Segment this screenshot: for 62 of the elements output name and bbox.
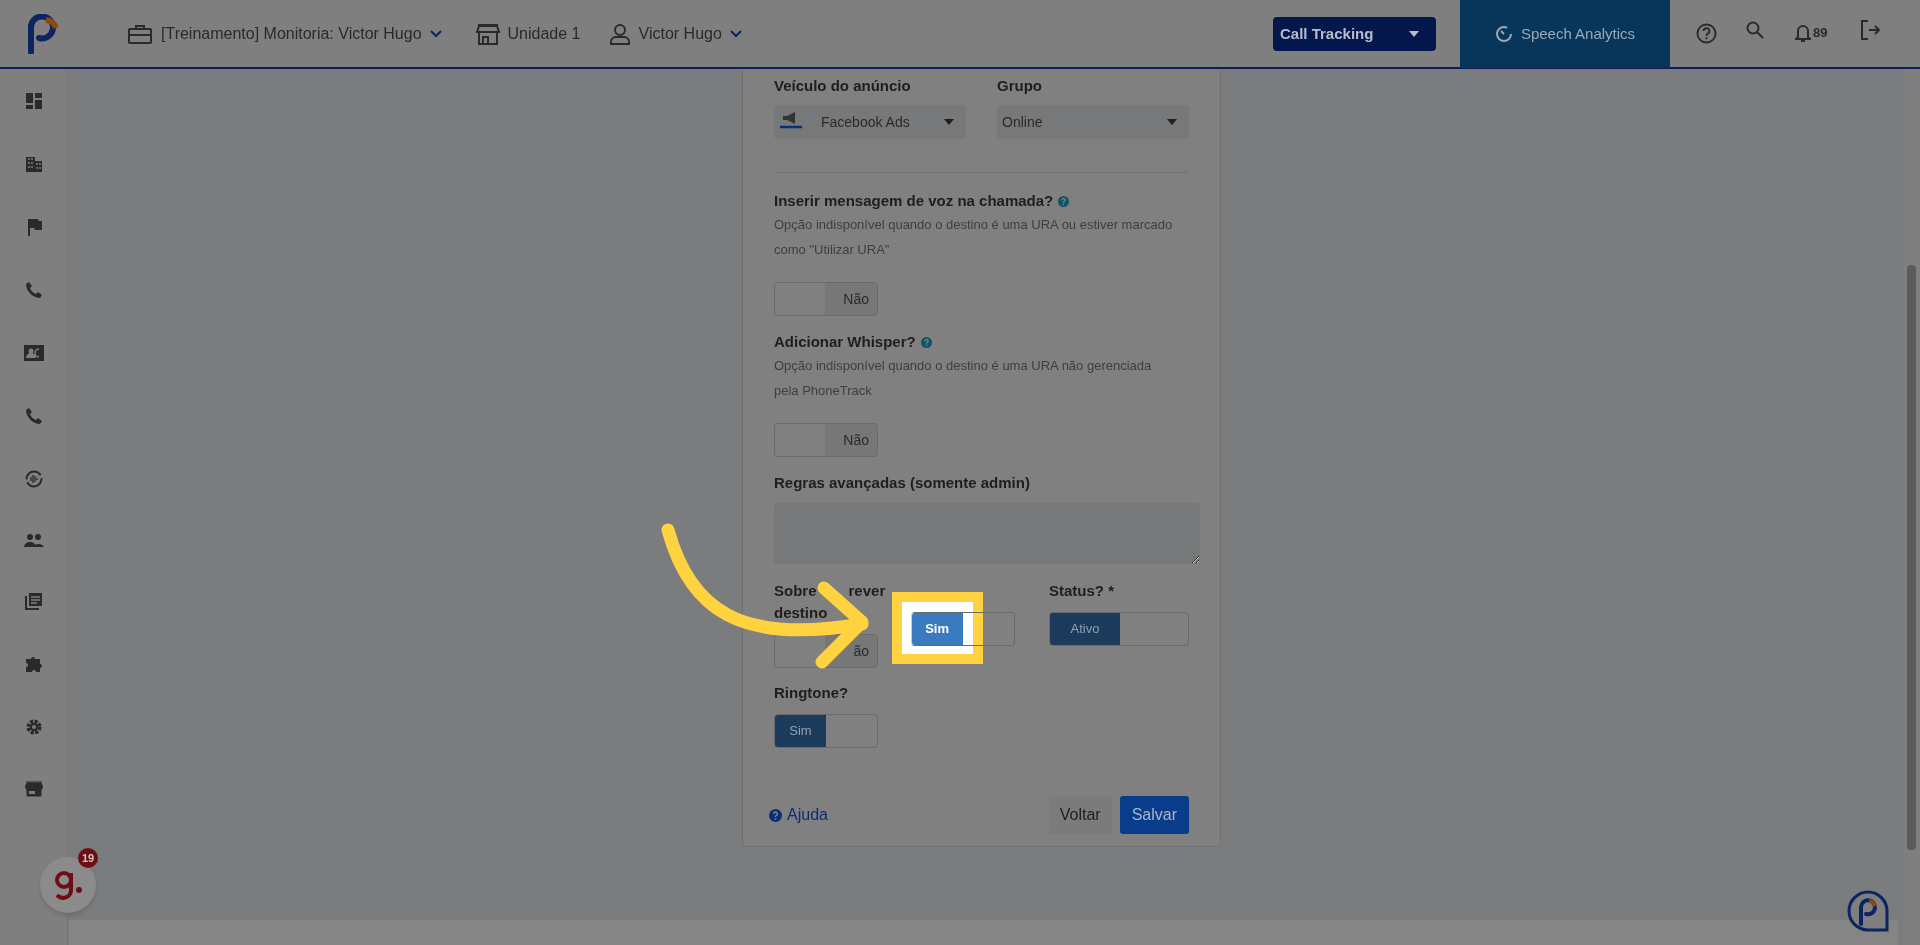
field-label: Status? * [1049,581,1115,601]
toggle-switch[interactable]: Ativo [1049,612,1189,646]
toggle-switch[interactable]: Não [774,423,878,457]
phone-icon[interactable] [24,281,43,299]
contact-card-icon[interactable] [22,344,45,362]
building-icon[interactable] [24,155,43,173]
help-text: Opção indisponível quando o destino é uma URA não gerenciada pela PhoneTrack [774,357,1153,400]
user-dropdown[interactable]: Victor Hugo [638,21,742,46]
scrollbar-thumb[interactable] [1907,265,1916,850]
phone-icon[interactable] [24,407,43,425]
chevron-down-icon [729,29,742,38]
help-link[interactable]: Ajuda [769,803,828,827]
user-icon [608,22,631,45]
field-label: destino [774,603,828,623]
field-label: Inserir mensagem de voz na chamada? [774,191,1054,211]
search-icon[interactable] [1746,21,1764,39]
notification-count: 89 [1813,24,1828,43]
speech-analytics-tab[interactable]: Speech Analytics [1460,0,1670,68]
field-label: Sobre [774,581,817,601]
question-circle-icon[interactable] [920,336,932,348]
briefcase-icon [127,22,153,45]
help-icon[interactable] [1696,23,1717,44]
toggle-switch[interactable]: ão [774,634,878,668]
caret-down-icon [944,119,954,125]
store-icon[interactable] [24,781,43,797]
storefront-icon [475,22,500,45]
flag-icon[interactable] [25,218,42,236]
toggle-switch[interactable]: Sim [910,612,1015,646]
field-label: rever [848,581,886,601]
phonetrack-widget-icon[interactable] [1847,890,1889,932]
unit-label[interactable]: Unidade 1 [507,21,581,46]
save-button[interactable]: Salvar [1119,796,1189,834]
question-circle-icon [769,808,782,822]
toggle-switch[interactable]: Sim [774,714,878,748]
chat-badge: 19 [78,848,98,868]
chat-logo-icon [53,869,83,901]
product-select[interactable]: Call Tracking [1273,17,1436,51]
logout-icon[interactable] [1860,20,1880,40]
audio-circle-icon[interactable] [24,470,43,488]
caret-down-icon [1167,119,1177,125]
field-label: Veículo do anúncio [774,76,912,96]
field-label: Ringtone? [774,683,850,703]
caret-down-icon [1409,31,1419,37]
people-icon[interactable] [23,533,44,547]
question-circle-icon[interactable] [1058,195,1070,207]
select-field[interactable]: Online [997,105,1189,139]
toggle-switch[interactable]: Não [774,282,878,316]
back-button[interactable]: Voltar [1048,796,1112,834]
field-label: Adicionar Whisper? [774,332,916,352]
bell-icon[interactable] [1795,23,1811,43]
settings-icon[interactable] [24,718,43,736]
field-label: Regras avançadas (somente admin) [774,473,1030,493]
dashboard-icon[interactable] [24,92,43,110]
field-label: Grupo [997,76,1043,96]
context-dropdown[interactable]: [Treinamento] Monitoria: Victor Hugo [161,21,442,46]
textarea-field[interactable] [774,503,1200,564]
chevron-down-icon [429,29,442,38]
gauge-icon [1494,25,1513,43]
puzzle-icon[interactable] [24,655,43,673]
document-list-icon[interactable] [24,592,43,610]
help-text: Opção indisponível quando o destino é uma URA ou estiver marcado como "Utilizar URA" [774,216,1174,259]
select-field[interactable]: Facebook Ads [774,105,966,139]
